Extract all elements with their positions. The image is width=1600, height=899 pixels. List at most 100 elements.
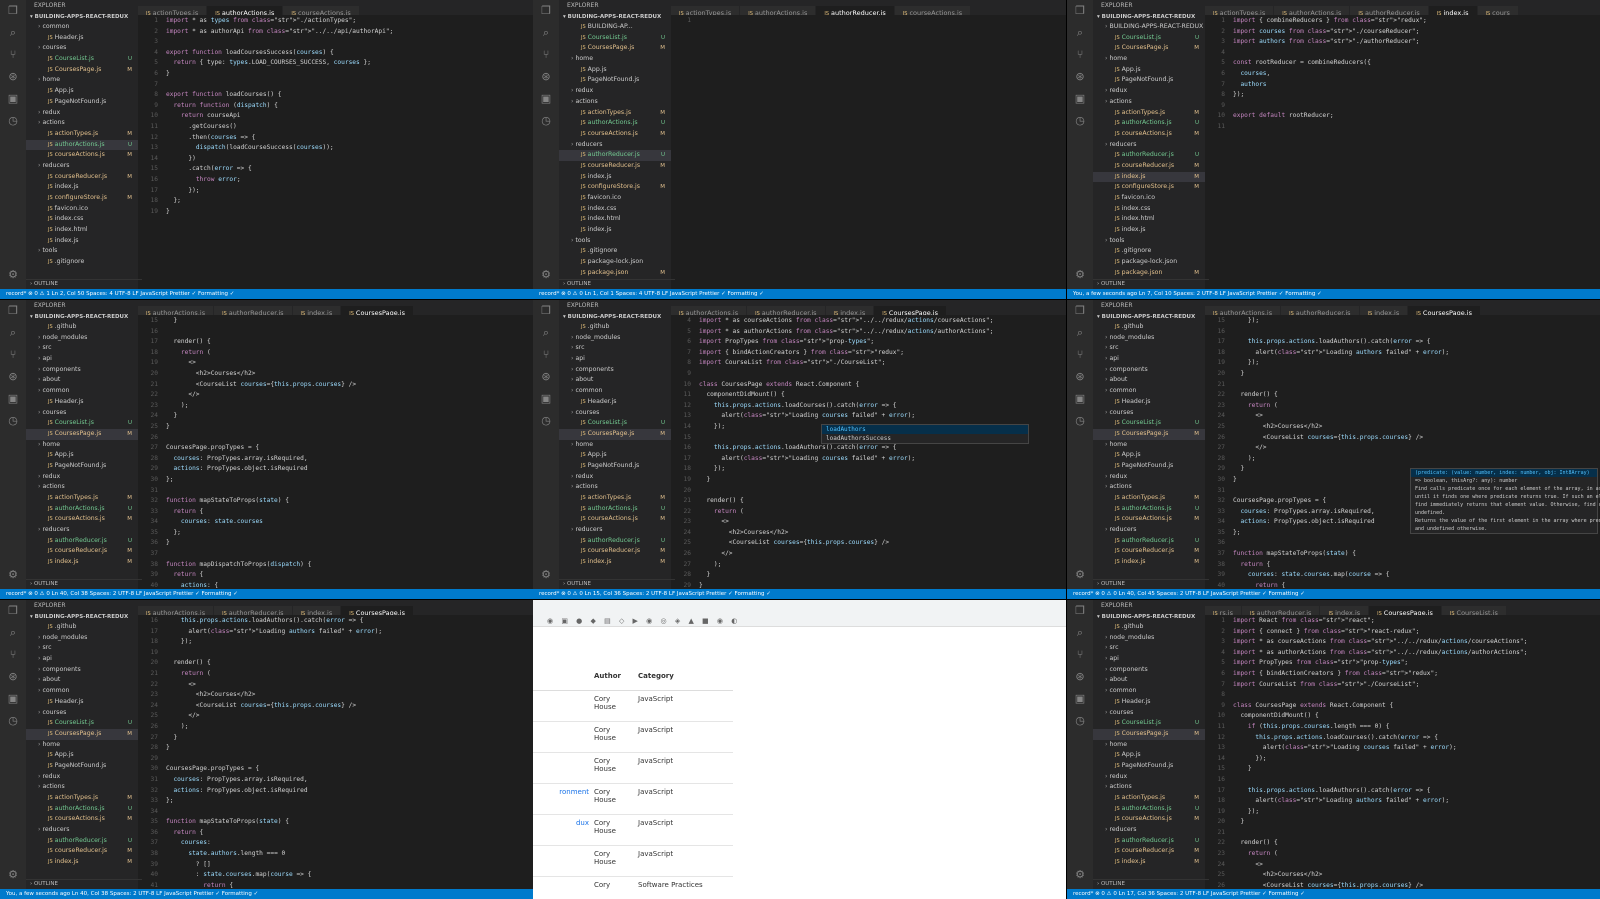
file-tree-item[interactable]: JS App.js	[1093, 450, 1205, 461]
search-icon[interactable]: ⌕	[533, 322, 559, 344]
file-tree-item[interactable]: JS actionTypes.js M	[26, 793, 138, 804]
file-tree-item[interactable]: JS Header.js	[1093, 697, 1205, 708]
file-tree-item[interactable]: › reducers	[1093, 140, 1205, 151]
search-icon[interactable]: ⌕	[0, 22, 26, 44]
file-tree-item[interactable]: JS index.js	[26, 236, 138, 247]
source-control-icon[interactable]: ⑂	[0, 344, 26, 366]
editor-tab[interactable]: JS index.js	[292, 306, 342, 315]
editor-tab[interactable]: JS cours	[1477, 6, 1519, 15]
file-tree-item[interactable]: › actions	[26, 782, 138, 793]
suggestion-item[interactable]: loadAuthors	[822, 425, 1028, 434]
file-tree-item[interactable]: › node_modules	[1093, 333, 1205, 344]
file-tree-item[interactable]: JS Header.js	[559, 397, 671, 408]
gear-icon[interactable]: ⚙	[533, 268, 559, 281]
file-tree-item[interactable]: › about	[1093, 675, 1205, 686]
source-control-icon[interactable]: ⑂	[1067, 344, 1093, 366]
file-tree-item[interactable]: › home	[26, 740, 138, 751]
timeline-icon[interactable]: ◷	[0, 410, 26, 432]
file-tree-item[interactable]: › courses	[26, 408, 138, 419]
debug-icon[interactable]: ⊛	[1067, 666, 1093, 688]
suggestion-item[interactable]: Find calls predicate once for each eleme…	[1411, 485, 1600, 493]
search-icon[interactable]: ⌕	[0, 322, 26, 344]
workspace-root[interactable]: ▾ BUILDING-APPS-REACT-REDUX	[26, 312, 138, 322]
editor-tab[interactable]: JS authorReducer.js	[1350, 6, 1429, 15]
file-tree-item[interactable]: JS .github	[1093, 322, 1205, 333]
debug-icon[interactable]: ⊛	[533, 366, 559, 388]
source-control-icon[interactable]: ⑂	[1067, 44, 1093, 66]
file-tree-item[interactable]: JS CoursesPage.js M	[1093, 428, 1205, 440]
file-tree-item[interactable]: JS .github	[559, 322, 671, 333]
editor-tab[interactable]: JS authorActions.js	[138, 606, 215, 615]
file-tree-item[interactable]: JS index.js M	[26, 557, 138, 568]
workspace-root[interactable]: ▾ BUILDING-APPS-REACT-REDUX	[559, 12, 671, 22]
file-tree-item[interactable]: › reducers	[559, 140, 671, 151]
file-tree-item[interactable]: › redux	[26, 472, 138, 483]
file-tree-item[interactable]: JS actionTypes.js M	[1093, 793, 1205, 804]
editor-tab[interactable]: JS index.js	[825, 306, 875, 315]
file-tree-item[interactable]: › src	[1093, 643, 1205, 654]
timeline-icon[interactable]: ◷	[0, 110, 26, 132]
suggestion-item[interactable]: undefined.	[1411, 509, 1597, 517]
file-tree-item[interactable]: JS courseActions.js M	[1093, 129, 1205, 140]
file-tree-item[interactable]: › src	[1093, 343, 1205, 354]
file-tree-item[interactable]: JS actionTypes.js M	[26, 493, 138, 504]
file-tree-item[interactable]: › api	[559, 354, 671, 365]
intellisense-popup[interactable]: (predicate: (value: number, index: numbe…	[1410, 468, 1600, 534]
file-tree-item[interactable]: JS courseActions.js M	[26, 514, 138, 525]
file-tree-item[interactable]: › BUILDING-APPS-REACT-REDUX	[1093, 22, 1205, 33]
file-tree-item[interactable]: › reducers	[1093, 525, 1205, 536]
editor-tab[interactable]: JS authorActions.js	[207, 6, 284, 15]
editor-tab[interactable]: JS CoursesPage.js	[341, 606, 414, 615]
course-title-link[interactable]: dux	[533, 819, 589, 827]
search-icon[interactable]: ⌕	[1067, 22, 1093, 44]
workspace-root[interactable]: ▾ BUILDING-APPS-REACT-REDUX	[559, 312, 671, 322]
file-tree-item[interactable]: › tools	[1093, 236, 1205, 247]
file-tree-item[interactable]: › reducers	[26, 525, 138, 536]
file-tree-item[interactable]: JS courseReducer.js M	[559, 161, 671, 172]
file-tree-item[interactable]: JS actionTypes.js M	[559, 108, 671, 119]
file-tree-item[interactable]: JS index.js M	[559, 557, 671, 568]
file-tree-item[interactable]: JS App.js	[26, 750, 138, 761]
file-tree-item[interactable]: › actions	[1093, 482, 1205, 493]
editor-tab[interactable]: JS actionTypes.js	[138, 6, 208, 15]
debug-icon[interactable]: ⊛	[0, 66, 26, 88]
file-tree-item[interactable]: › components	[26, 665, 138, 676]
file-tree-item[interactable]: › courses	[559, 408, 671, 419]
search-icon[interactable]: ⌕	[1067, 322, 1093, 344]
timeline-icon[interactable]: ◷	[533, 410, 559, 432]
file-tree-item[interactable]: JS authorActions.js U	[26, 139, 138, 151]
search-icon[interactable]: ⌕	[533, 22, 559, 44]
file-tree-item[interactable]: › courses	[26, 43, 138, 54]
file-tree-item[interactable]: JS .gitignore	[1093, 246, 1205, 257]
files-icon[interactable]: ❐	[0, 300, 26, 322]
file-tree-item[interactable]: JS courseActions.js M	[1093, 814, 1205, 825]
file-tree-item[interactable]: JS index.js M	[26, 857, 138, 868]
file-tree-item[interactable]: › home	[559, 54, 671, 65]
file-tree-item[interactable]: › components	[1093, 365, 1205, 376]
file-tree-item[interactable]: › courses	[1093, 408, 1205, 419]
file-tree-item[interactable]: › src	[26, 343, 138, 354]
file-tree-item[interactable]: JS index.css	[1093, 204, 1205, 215]
workspace-root[interactable]: ▾ BUILDING-APPS-REACT-REDUX	[26, 612, 138, 622]
file-tree-item[interactable]: JS CoursesPage.js M	[559, 43, 671, 54]
code-area[interactable]: 15 } 16 17 render() {18 return (19 <> 20 <h…	[138, 316, 525, 599]
source-control-icon[interactable]: ⑂	[0, 644, 26, 666]
file-tree-item[interactable]: JS courseReducer.js M	[1093, 546, 1205, 557]
files-icon[interactable]: ❐	[533, 0, 559, 22]
file-tree-item[interactable]: › tools	[559, 236, 671, 247]
files-icon[interactable]: ❐	[1067, 600, 1093, 622]
file-tree-item[interactable]: JS authorActions.js U	[1093, 504, 1205, 515]
source-control-icon[interactable]: ⑂	[1067, 644, 1093, 666]
file-tree-item[interactable]: › common	[1093, 686, 1205, 697]
file-tree-item[interactable]: JS package.json M	[1093, 268, 1205, 279]
debug-icon[interactable]: ⊛	[0, 366, 26, 388]
file-tree-item[interactable]: JS Header.js	[26, 33, 138, 44]
file-tree-item[interactable]: JS CoursesPage.js M	[1093, 728, 1205, 740]
file-tree-item[interactable]: › about	[26, 375, 138, 386]
source-control-icon[interactable]: ⑂	[533, 44, 559, 66]
gear-icon[interactable]: ⚙	[0, 268, 26, 281]
debug-icon[interactable]: ⊛	[1067, 66, 1093, 88]
file-tree-item[interactable]: › node_modules	[26, 333, 138, 344]
editor-tab[interactable]: JS actionTypes.js	[671, 6, 741, 15]
file-tree-item[interactable]: › api	[1093, 354, 1205, 365]
